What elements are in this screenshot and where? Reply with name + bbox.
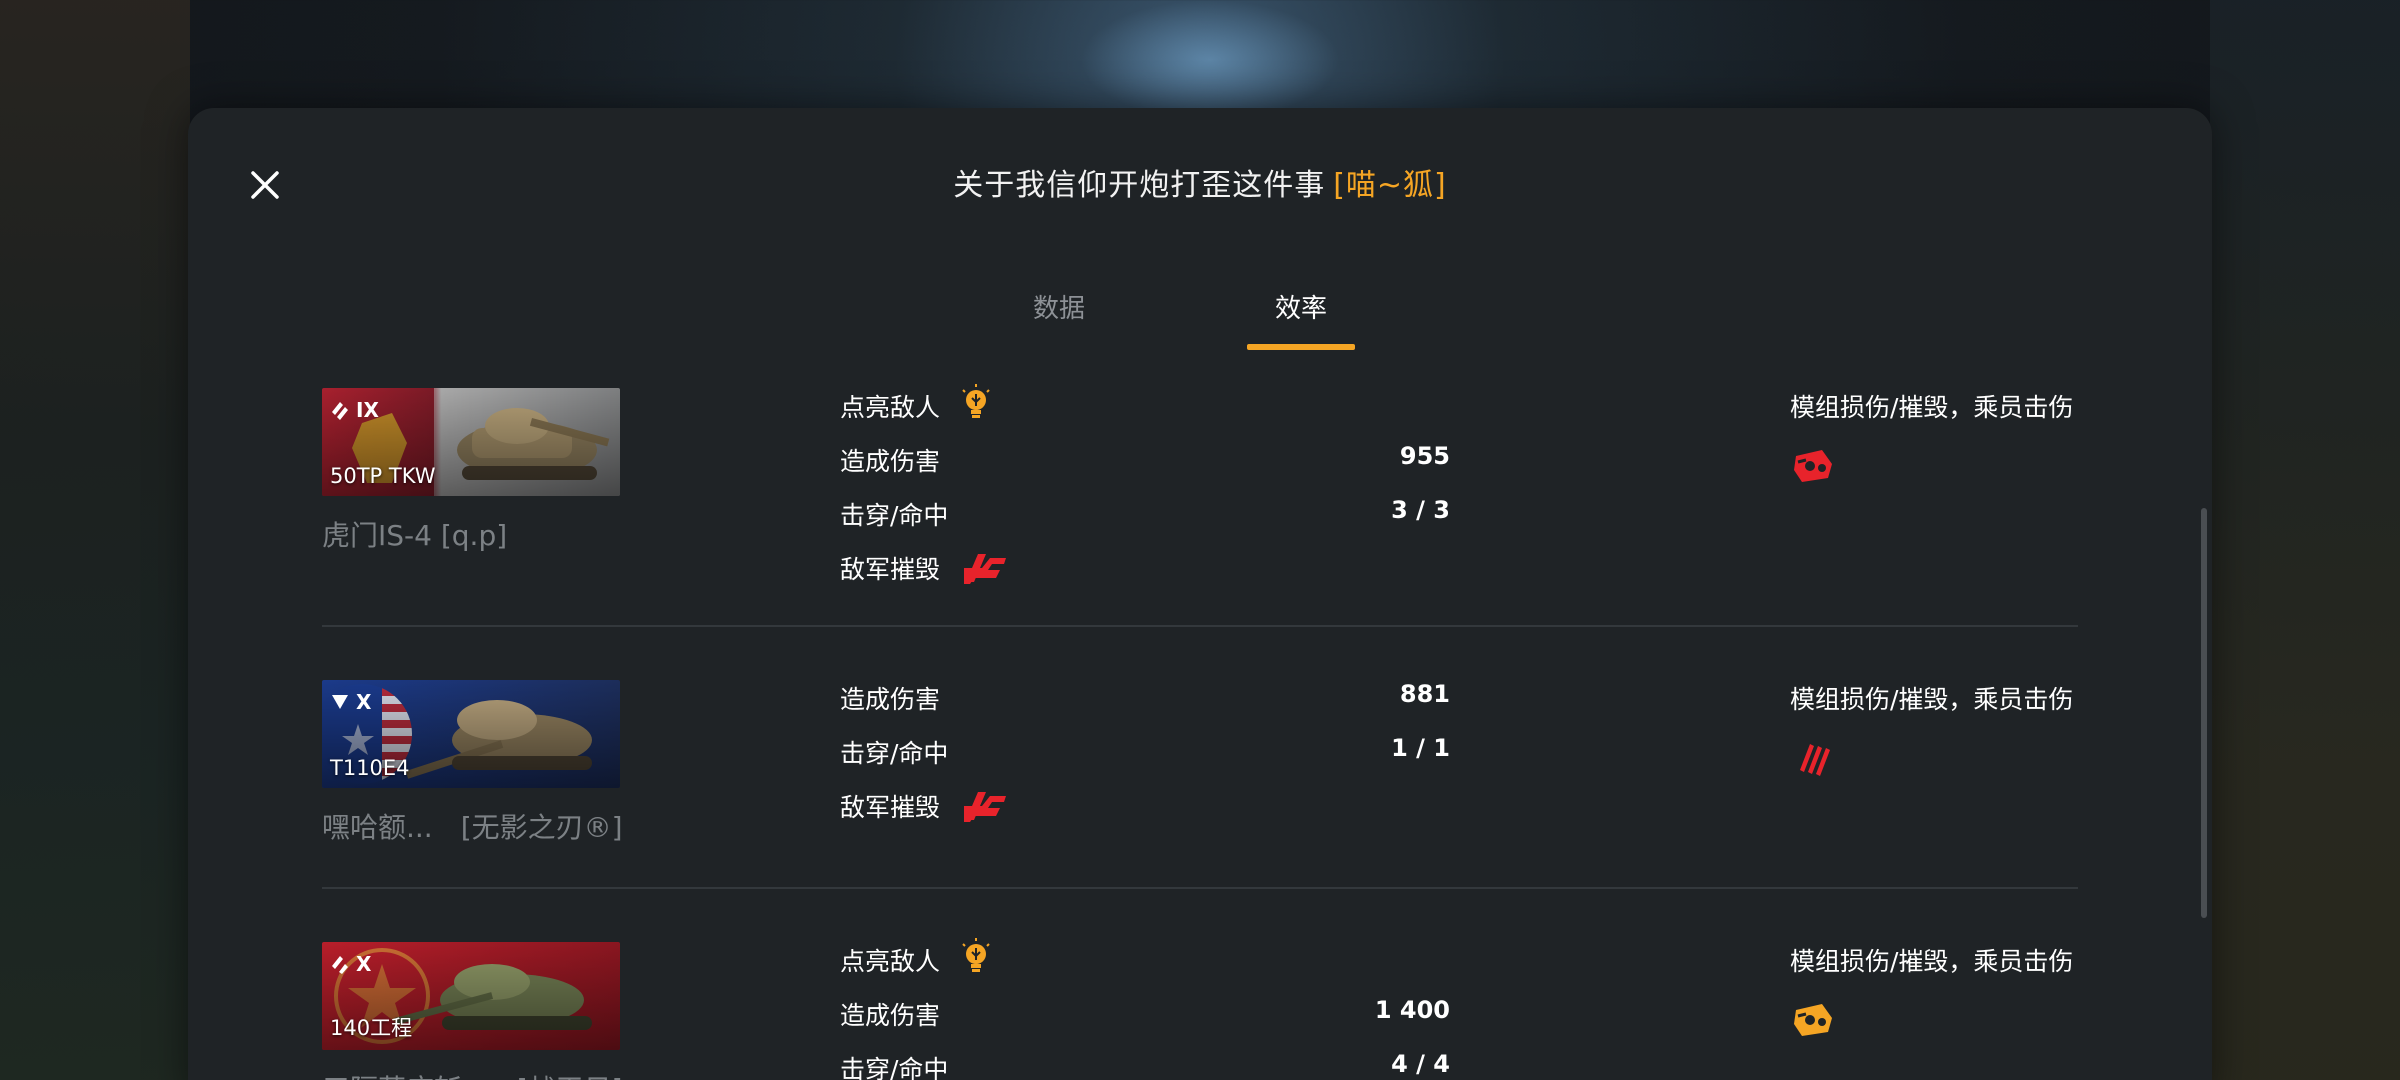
stat-kills: 敌军摧毁 (840, 550, 1540, 590)
tier-label: IX (356, 398, 379, 422)
stat-damage: 造成伤害 1 400 (840, 996, 1540, 1036)
stat-penetrations: 击穿/命中 3 / 3 (840, 496, 1540, 536)
medium-tank-class-icon (332, 956, 348, 974)
heavy-tank-class-icon (332, 402, 348, 420)
active-tab-indicator (1247, 344, 1355, 350)
stat-label: 造成伤害 (840, 685, 941, 714)
module-label: 模组损伤/摧毁，乘员击伤 (1790, 393, 2074, 422)
stat-label: 敌军摧毁 (840, 555, 941, 584)
stat-penetrations: 击穿/命中 4 / 4 (840, 1050, 1540, 1080)
stat-spotted: 点亮敌人 (840, 938, 1540, 982)
tier-badge: X (330, 952, 371, 976)
background-right (2210, 0, 2400, 1080)
module-label: 模组损伤/摧毁，乘员击伤 (1790, 685, 2074, 714)
player-name[interactable]: 虎门IS-4 [q.p] (322, 514, 507, 554)
stat-label: 击穿/命中 (840, 501, 949, 530)
modal-title: 关于我信仰开炮打歪这件事 [喵~狐] (188, 160, 2212, 204)
stat-label: 造成伤害 (840, 447, 941, 476)
clan-tag: [喵~狐] (1333, 168, 1447, 203)
tank-name: T110E4 (330, 756, 410, 780)
module-damage: 模组损伤/摧毁，乘员击伤 (1790, 942, 2074, 1036)
tab-data[interactable]: 数据 (1033, 288, 1085, 325)
stat-value: 1 / 1 (1391, 734, 1450, 762)
damaged-track-icon (1794, 1004, 1832, 1036)
module-damage: 模组损伤/摧毁，乘员击伤 (1790, 388, 2074, 482)
destroyed-tank-icon (964, 792, 1006, 822)
module-damage: 模组损伤/摧毁，乘员击伤 (1790, 680, 2074, 776)
tier-badge: IX (330, 398, 379, 422)
stat-label: 敌军摧毁 (840, 793, 941, 822)
tank-card[interactable]: X 140工程 (322, 942, 620, 1050)
tier-label: X (356, 690, 372, 714)
background-left (0, 0, 190, 1080)
scrollbar[interactable] (2201, 508, 2207, 918)
stat-penetrations: 击穿/命中 1 / 1 (840, 734, 1540, 774)
stat-label: 点亮敌人 (840, 393, 941, 422)
module-label: 模组损伤/摧毁，乘员击伤 (1790, 947, 2074, 976)
background-glow (1080, 0, 1340, 120)
lightbulb-icon (962, 938, 990, 972)
player-name[interactable]: 嘿哈额... [无影之刃®] (322, 806, 623, 846)
stat-label: 击穿/命中 (840, 739, 949, 768)
stat-label: 造成伤害 (840, 1001, 941, 1030)
row-divider (322, 625, 2078, 627)
tank-name: 50TP TKW (330, 464, 436, 488)
damaged-track-icon (1794, 450, 1832, 482)
battle-results-modal: 关于我信仰开炮打歪这件事 [喵~狐] 数据 效率 IX 50TP TKW 虎门I… (188, 108, 2212, 1080)
tank-name: 140工程 (330, 1016, 413, 1040)
destroyed-tank-icon (964, 554, 1006, 584)
stat-value: 4 / 4 (1391, 1050, 1450, 1078)
player-name[interactable]: 三隔草庄斩... [战天日] (322, 1068, 623, 1080)
tab-efficiency[interactable]: 效率 (1275, 288, 1327, 325)
tab-bar: 数据 效率 (188, 288, 2212, 358)
tier-badge: X (330, 690, 371, 714)
tank-card[interactable]: IX 50TP TKW (322, 388, 620, 496)
battle-title: 关于我信仰开炮打歪这件事 (953, 168, 1326, 203)
stat-damage: 造成伤害 881 (840, 680, 1540, 720)
lightbulb-icon (962, 384, 990, 418)
stat-damage: 造成伤害 955 (840, 442, 1540, 482)
row-divider (322, 887, 2078, 889)
stat-value: 881 (1399, 680, 1450, 708)
td-class-icon (332, 695, 348, 709)
stat-value: 3 / 3 (1391, 496, 1450, 524)
crew-injured-icon (1800, 744, 1830, 776)
tank-card[interactable]: X T110E4 (322, 680, 620, 788)
tier-label: X (356, 952, 372, 976)
stat-value: 1 400 (1374, 996, 1450, 1024)
stat-label: 点亮敌人 (840, 947, 941, 976)
stat-value: 955 (1399, 442, 1450, 470)
stat-label: 击穿/命中 (840, 1055, 949, 1080)
stat-spotted: 点亮敌人 (840, 384, 1540, 428)
stat-kills: 敌军摧毁 (840, 788, 1540, 828)
